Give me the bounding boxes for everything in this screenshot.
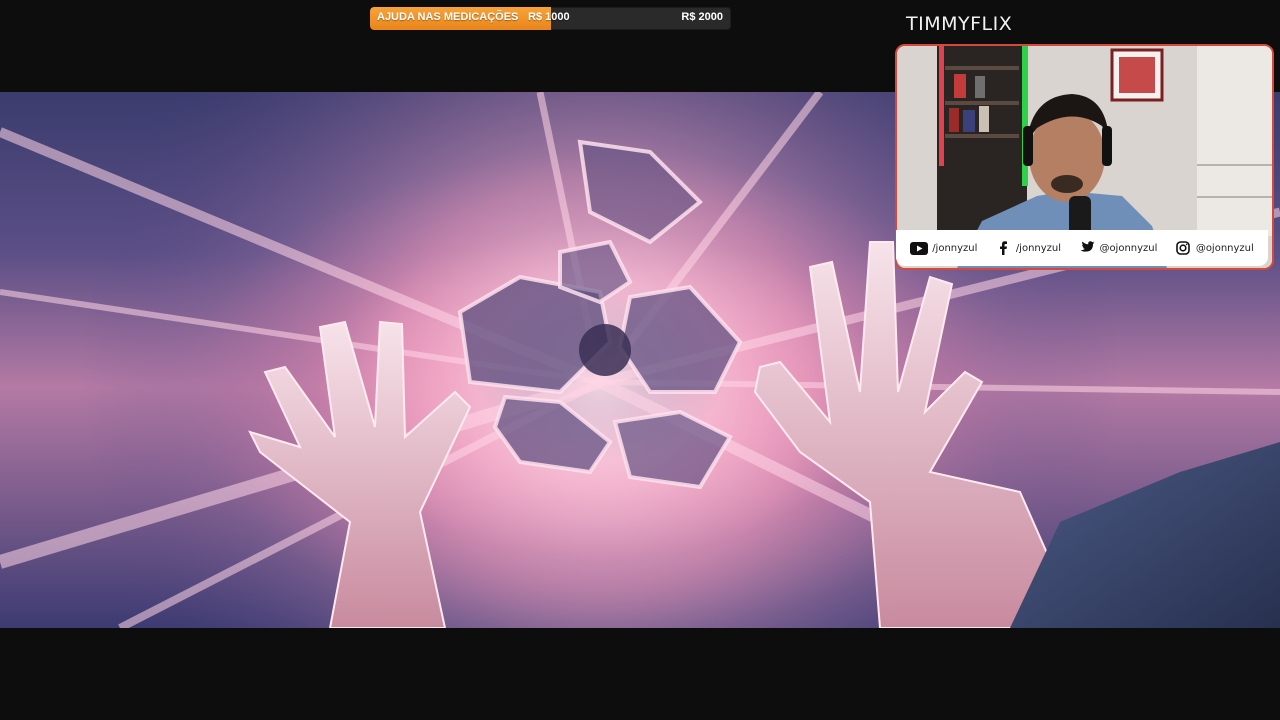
donation-goal-label: AJUDA NAS MEDICAÇÕES <box>377 11 519 23</box>
youtube-icon <box>910 241 929 255</box>
facebook-handle: /jonnyzul <box>1015 242 1062 254</box>
stream-layout: AJUDA NAS MEDICAÇÕES R$ 1000 R$ 2000 TIM… <box>0 0 1280 720</box>
instagram-handle: @ojonnyzul <box>1195 242 1254 254</box>
donation-goal-bar: AJUDA NAS MEDICAÇÕES R$ 1000 R$ 2000 <box>370 7 731 30</box>
donation-goal-target: R$ 2000 <box>681 11 723 23</box>
donation-goal-current: R$ 1000 <box>528 11 570 23</box>
youtube-handle: /jonnyzul <box>932 242 978 254</box>
instagram-icon <box>1174 241 1192 255</box>
twitter-handle: @ojonnyzul <box>1099 242 1158 254</box>
facebook-icon <box>994 241 1012 255</box>
twitter-icon <box>1077 241 1095 255</box>
channel-title: TIMMYFLIX <box>906 13 1013 35</box>
social-instagram[interactable]: @ojonnyzul <box>1174 241 1254 255</box>
social-youtube[interactable]: /jonnyzul <box>910 241 977 255</box>
social-twitter[interactable]: @ojonnyzul <box>1077 241 1157 255</box>
social-links-bar: /jonnyzul /jonnyzul @ojonnyzul @ojonnyzu… <box>896 230 1268 266</box>
social-facebook[interactable]: /jonnyzul <box>994 241 1061 255</box>
